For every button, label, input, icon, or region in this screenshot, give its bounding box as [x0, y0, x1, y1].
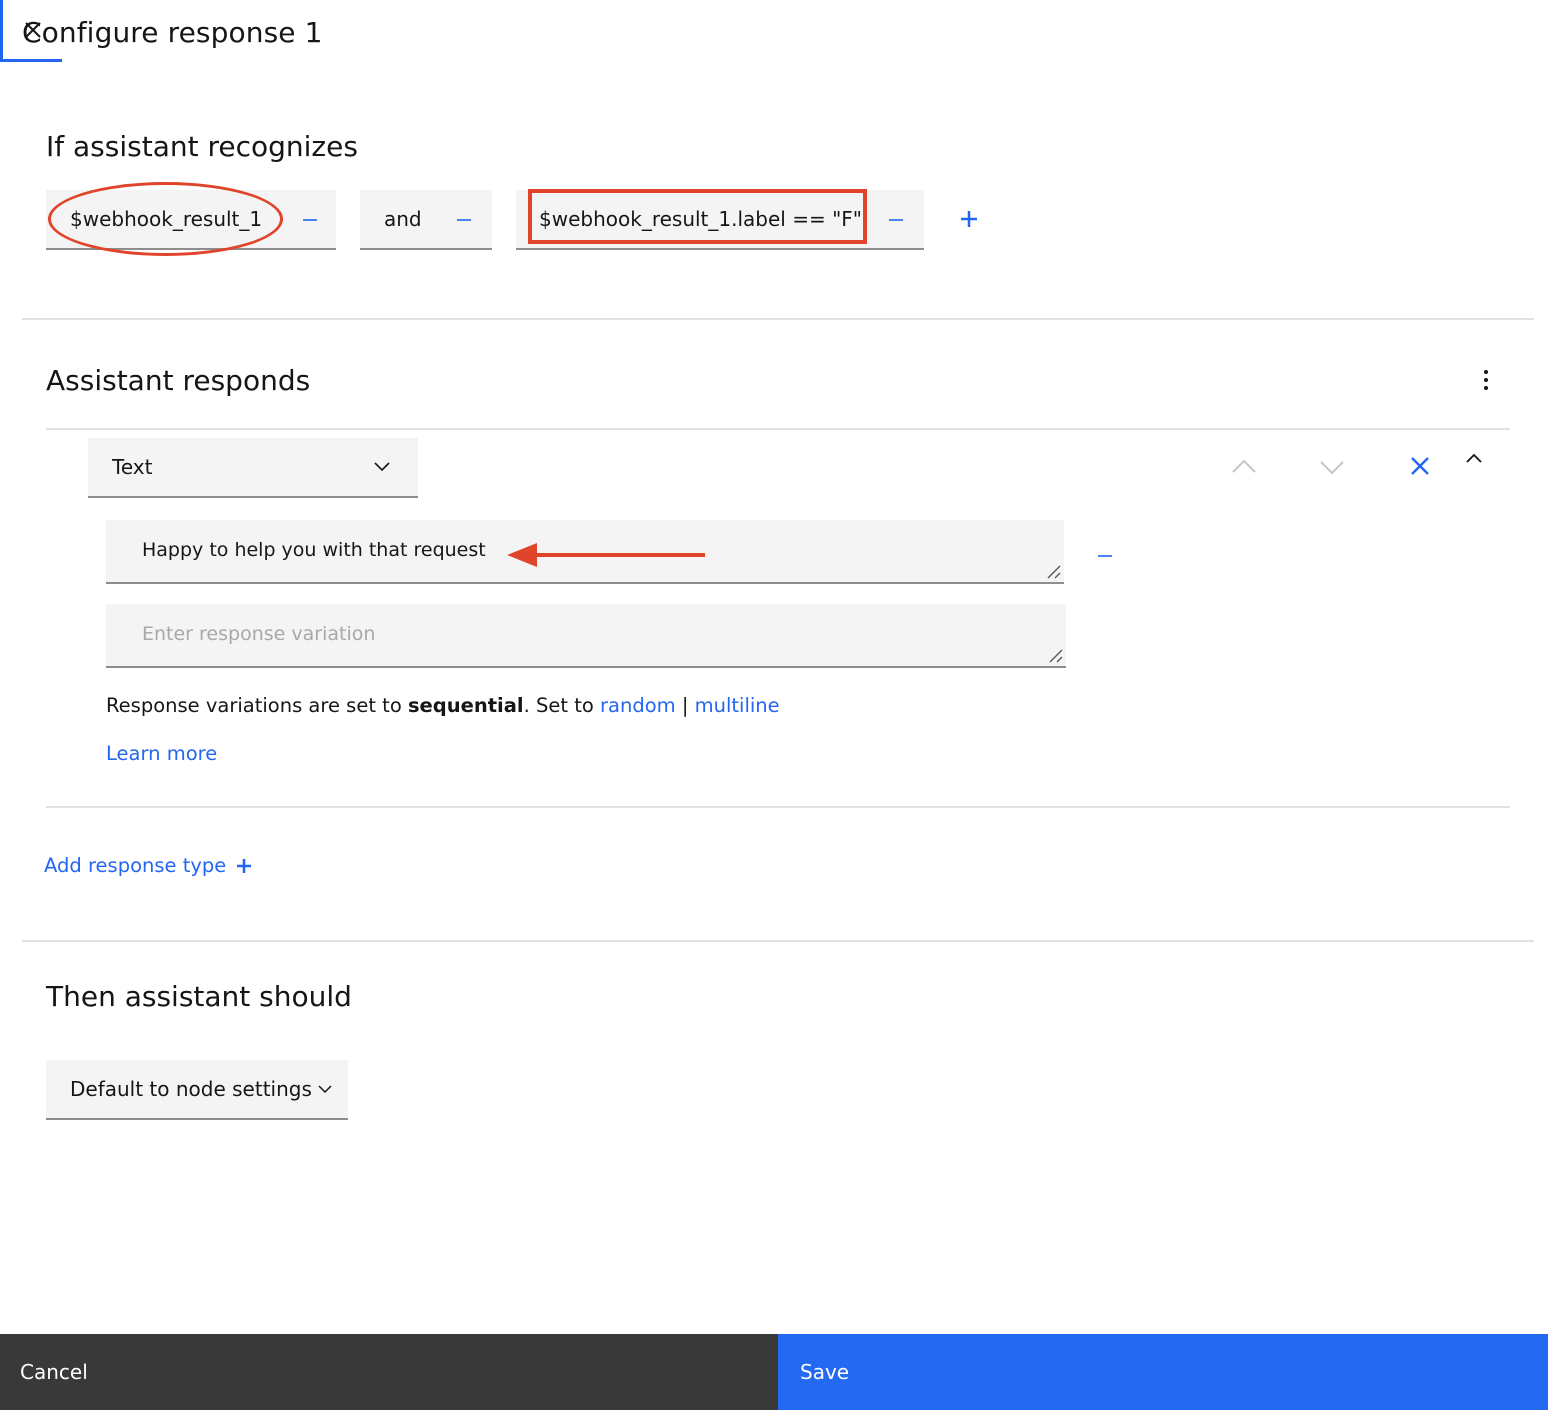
save-button[interactable]: Save [778, 1334, 1548, 1410]
remove-operator-button[interactable] [457, 219, 471, 221]
condition-field-2[interactable]: $webhook_result_1.label == "F" [516, 190, 924, 250]
info-separator: | [675, 694, 695, 717]
remove-condition-2-button[interactable] [889, 219, 903, 221]
collapse-response-button[interactable] [1466, 448, 1482, 467]
chevron-down-icon [318, 1084, 332, 1093]
resize-handle-icon[interactable] [1048, 648, 1064, 664]
add-condition-button[interactable] [960, 210, 978, 232]
condition-operator-field[interactable]: and [360, 190, 492, 250]
close-icon [1411, 457, 1429, 475]
condition-operator: and [384, 207, 422, 231]
response-variation-2[interactable]: Enter response variation [106, 604, 1066, 668]
cancel-label: Cancel [20, 1360, 88, 1384]
annotation-arrow [507, 543, 705, 567]
responds-divider [46, 428, 1510, 430]
then-section-title: Then assistant should [46, 980, 352, 1013]
then-action-value: Default to node settings [70, 1077, 312, 1101]
responds-bottom-divider [46, 806, 1510, 808]
delete-response-button[interactable] [1410, 456, 1430, 480]
set-multiline-link[interactable]: multiline [695, 694, 780, 717]
responds-section-title: Assistant responds [46, 364, 311, 397]
condition-section-title: If assistant recognizes [46, 130, 358, 163]
variation-mode-info: Response variations are set to sequentia… [106, 694, 780, 717]
response-type-dropdown[interactable]: Text [88, 438, 418, 498]
remove-variation-1-button[interactable] [1098, 555, 1112, 557]
chevron-up-icon [1232, 459, 1256, 473]
chevron-down-icon [1320, 461, 1344, 475]
add-response-type-label: Add response type [44, 854, 227, 877]
remove-condition-1-button[interactable] [303, 219, 317, 221]
condition-value-2: $webhook_result_1.label == "F" [539, 207, 862, 231]
save-label: Save [800, 1360, 850, 1384]
overflow-menu-icon [1484, 370, 1488, 390]
section-divider [22, 940, 1534, 942]
info-mode: sequential [407, 694, 524, 717]
move-up-button[interactable] [1232, 458, 1256, 477]
page-title: Configure response 1 [22, 16, 323, 49]
set-random-link[interactable]: random [600, 694, 676, 717]
info-suffix: . Set to [523, 694, 600, 717]
cancel-button[interactable]: Cancel [0, 1334, 778, 1410]
plus-icon [237, 858, 252, 873]
plus-icon [961, 211, 977, 227]
condition-value-1: $webhook_result_1 [70, 207, 263, 231]
condition-field-1[interactable]: $webhook_result_1 [46, 190, 336, 250]
learn-more-link[interactable]: Learn more [106, 742, 217, 765]
response-variation-2-placeholder: Enter response variation [142, 623, 376, 645]
move-down-button[interactable] [1320, 460, 1344, 479]
response-variation-1-text: Happy to help you with that request [142, 539, 486, 561]
resize-handle-icon[interactable] [1046, 564, 1062, 580]
then-action-dropdown[interactable]: Default to node settings [46, 1060, 348, 1120]
overflow-menu-button[interactable] [1478, 368, 1494, 392]
response-type-value: Text [112, 455, 153, 479]
section-divider [22, 318, 1534, 320]
add-response-type-button[interactable]: Add response type [44, 854, 252, 877]
info-prefix: Response variations are set to [106, 694, 408, 717]
chevron-down-icon [374, 462, 390, 472]
chevron-up-icon [1466, 453, 1482, 463]
